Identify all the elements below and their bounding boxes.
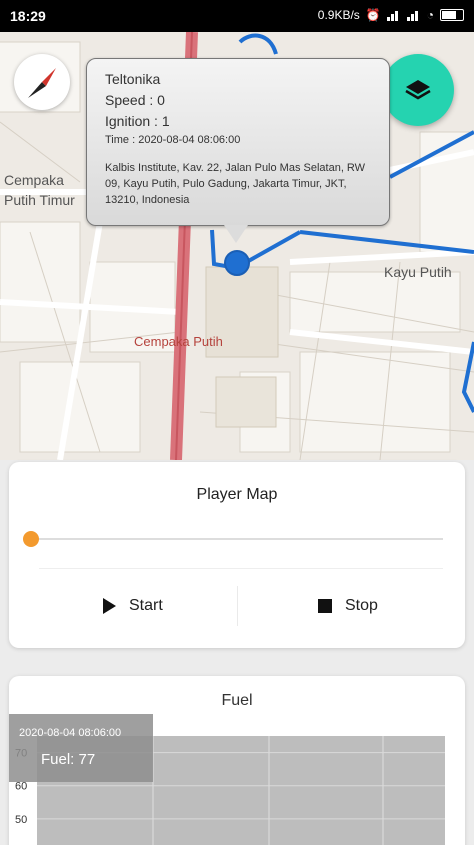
- map-label-kayu-putih: Kayu Putih: [384, 264, 452, 280]
- fuel-tooltip-time: 2020-08-04 08:06:00: [19, 727, 121, 739]
- signal-icon: [386, 9, 401, 21]
- popup-tail: [224, 225, 248, 243]
- fuel-title: Fuel: [221, 692, 253, 709]
- start-label: Start: [129, 597, 163, 614]
- popup-time: Time : 2020-08-04 08:06:00: [105, 134, 241, 146]
- alarm-icon: ⏰: [365, 8, 381, 22]
- fuel-chart[interactable]: 706050402020-08-04 08:06:00Fuel: 77: [9, 712, 465, 845]
- y-tick-label: 50: [15, 814, 27, 826]
- y-tick-label: 60: [15, 781, 27, 793]
- popup-ignition: Ignition : 1: [105, 113, 170, 129]
- popup-device: Teltonika: [105, 71, 161, 87]
- signal-icon-2: [406, 9, 421, 21]
- player-card: Player Map Start Stop: [9, 462, 465, 648]
- stop-icon: [318, 599, 332, 613]
- battery-icon: [440, 9, 464, 21]
- player-seek-track[interactable]: [33, 538, 443, 540]
- popup-address: Kalbis Institute, Kav. 22, Jalan Pulo Ma…: [105, 162, 366, 206]
- player-title: Player Map: [196, 486, 278, 503]
- player-seek-thumb[interactable]: [23, 531, 39, 547]
- status-time: 18:29: [10, 8, 46, 24]
- map-view[interactable]: Cempaka Putih Timur Kayu Putih Cempaka P…: [0, 32, 474, 460]
- status-bar: 18:29 0.9KB/s ⏰ ◔: [0, 0, 474, 32]
- compass-icon: [28, 68, 56, 98]
- divider: [39, 568, 443, 569]
- start-button[interactable]: Start: [101, 588, 163, 624]
- compass-button[interactable]: [14, 54, 70, 110]
- status-icons: 0.9KB/s ⏰ ◔: [318, 8, 464, 22]
- wifi-icon: ◔: [426, 8, 434, 22]
- vehicle-info-popup: Teltonika Speed : 0 Ignition : 1 Time : …: [86, 58, 390, 226]
- map-label-cempaka: Cempaka: [4, 172, 64, 188]
- stop-label: Stop: [345, 597, 378, 614]
- fuel-card: Fuel 706050402020-08-04 08:06:00Fuel: 77: [9, 676, 465, 845]
- divider-vertical: [237, 586, 238, 626]
- map-label-cempaka-putih: Cempaka Putih: [134, 334, 223, 349]
- fuel-tooltip: [9, 714, 153, 782]
- network-speed: 0.9KB/s: [317, 8, 360, 22]
- popup-speed: Speed : 0: [105, 92, 165, 108]
- layers-button[interactable]: [382, 54, 454, 126]
- layers-icon: [405, 80, 431, 100]
- vehicle-marker[interactable]: [224, 250, 250, 276]
- stop-button[interactable]: Stop: [317, 588, 378, 624]
- fuel-tooltip-value: Fuel: 77: [41, 751, 95, 768]
- map-label-putih-timur: Putih Timur: [4, 192, 75, 208]
- play-icon: [103, 598, 116, 614]
